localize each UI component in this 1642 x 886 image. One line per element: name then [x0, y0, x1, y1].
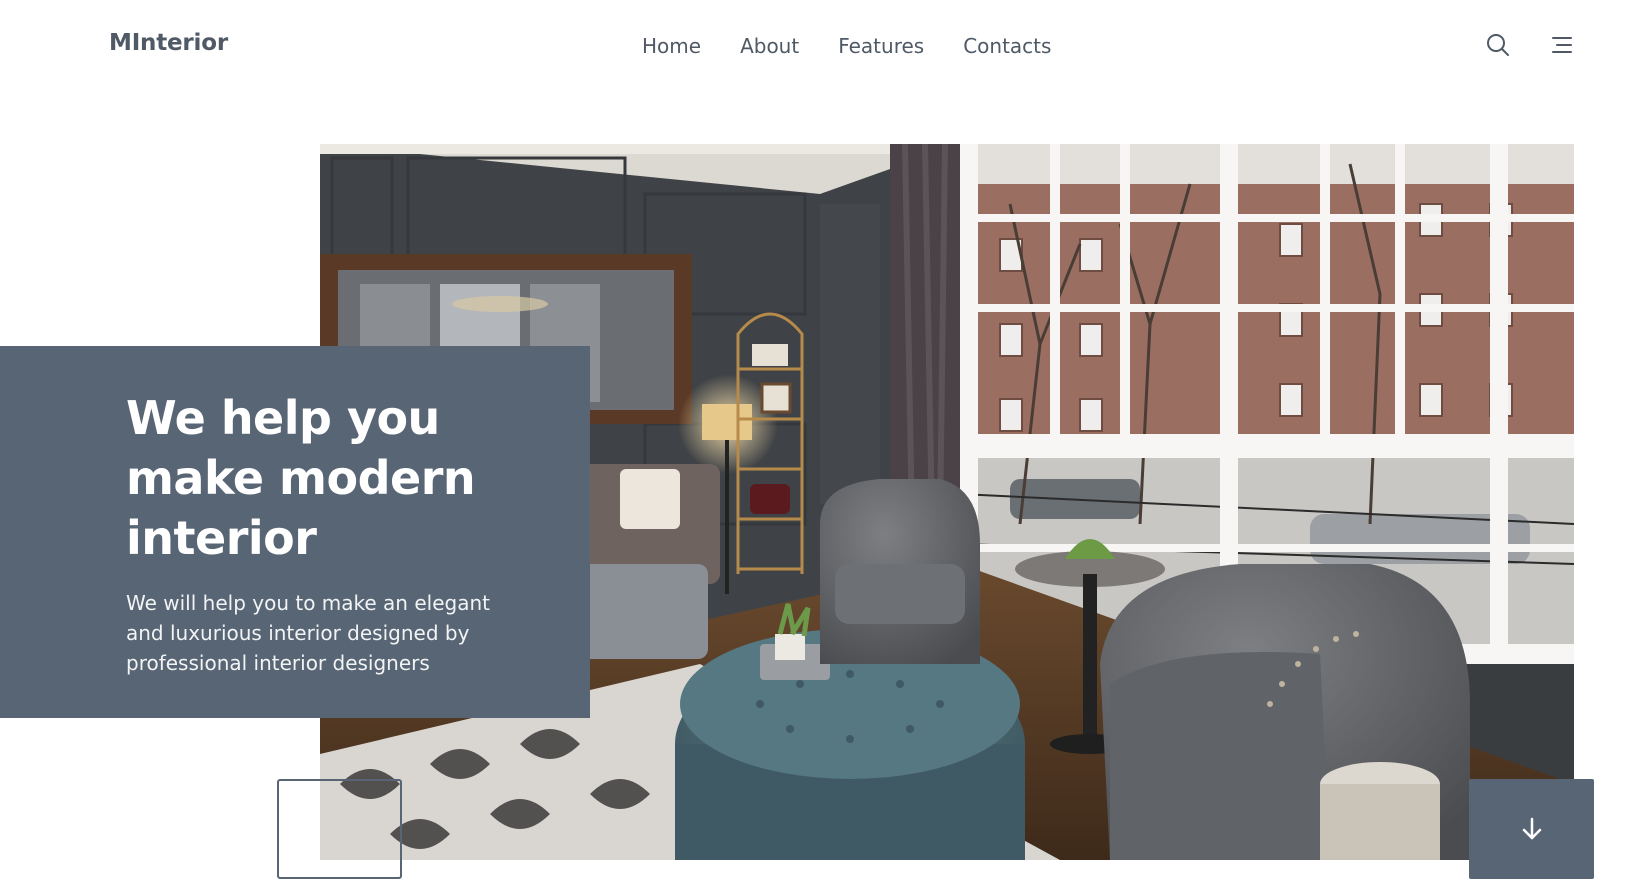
hero-heading: We help you make modern interior [126, 391, 476, 565]
arrow-down-icon [1522, 817, 1541, 840]
hero-description: We will help you to make an elegant and … [126, 591, 490, 675]
main-nav: Home About Features Contacts [642, 34, 1051, 58]
nav-home[interactable]: Home [642, 34, 701, 58]
nav-about[interactable]: About [740, 34, 799, 58]
menu-icon[interactable] [1549, 32, 1575, 58]
scroll-down-button[interactable] [1469, 779, 1594, 879]
search-icon[interactable] [1485, 32, 1511, 58]
nav-contacts[interactable]: Contacts [963, 34, 1051, 58]
logo[interactable]: MInterior [109, 30, 228, 56]
decorative-outline-box [277, 779, 402, 879]
hero-card: We help you make modern interior We will… [0, 346, 590, 718]
nav-features[interactable]: Features [838, 34, 924, 58]
